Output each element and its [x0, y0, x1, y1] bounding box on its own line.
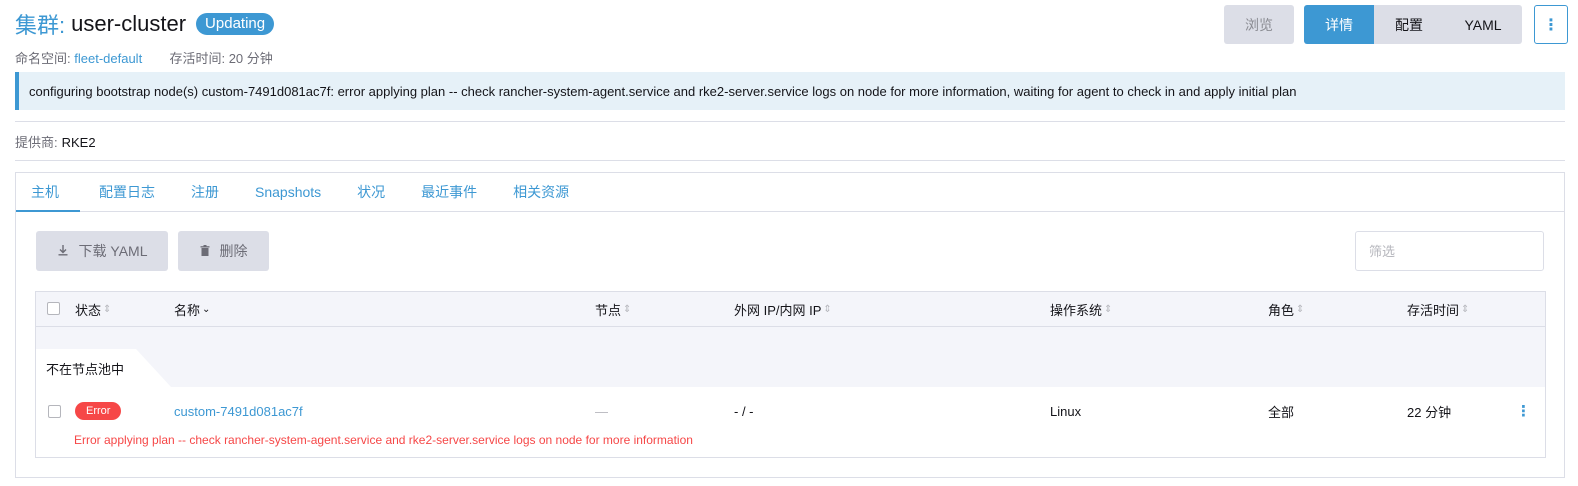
vertical-ellipsis-icon: ⋮: [1516, 403, 1531, 420]
row-checkbox[interactable]: [48, 405, 61, 418]
sort-down-icon: ⌄: [202, 304, 211, 315]
column-header-status[interactable]: 状态 ⇕: [75, 292, 111, 327]
column-header-age[interactable]: 存活时间 ⇕: [1407, 292, 1469, 327]
row-actions-button[interactable]: ⋮: [1516, 399, 1531, 423]
status-cell: Error: [75, 399, 122, 423]
select-all-checkbox[interactable]: [47, 302, 60, 315]
table-header: 状态 ⇕ 名称 ⌄ 节点 ⇕ 外网 IP/内网 IP ⇕ 操作系统 ⇕ 角色 ⇕ 存活时间 ⇕: [36, 292, 1545, 327]
vertical-ellipsis-icon: ⋮: [1543, 16, 1559, 34]
age-value: 20 分钟: [228, 51, 273, 66]
tabs-panel: 主机 配置日志 注册 Snapshots 状况 最近事件 相关资源 下载 YAM…: [15, 172, 1565, 478]
download-icon: [57, 244, 69, 259]
age-cell: 22 分钟: [1407, 404, 1452, 420]
page-title: user-cluster: [71, 11, 187, 36]
delete-button[interactable]: 删除: [178, 231, 269, 271]
sort-icon: ⇕: [103, 304, 112, 315]
namespace-label: 命名空间:: [15, 51, 71, 66]
more-actions-button[interactable]: ⋮: [1534, 5, 1568, 44]
header-actions: 浏览 详情 配置 YAML ⋮: [1224, 5, 1568, 44]
tab-registration[interactable]: 注册: [172, 173, 236, 211]
sort-icon: ⇕: [1296, 304, 1305, 315]
sort-icon: ⇕: [623, 304, 632, 315]
row-error-message: Error applying plan -- check rancher-sys…: [74, 433, 693, 447]
node-cell: —: [595, 403, 608, 419]
view-detail-button[interactable]: 详情: [1304, 5, 1374, 44]
column-header-role[interactable]: 角色 ⇕: [1268, 292, 1304, 327]
sort-icon: ⇕: [1104, 304, 1113, 315]
provider-info: 提供商: RKE2: [15, 132, 96, 151]
sort-icon: ⇕: [823, 304, 832, 315]
page-title-prefix: 集群:: [15, 13, 66, 38]
tab-conditions[interactable]: 状况: [338, 173, 402, 211]
tab-related-resources[interactable]: 相关资源: [494, 173, 586, 211]
column-header-ip[interactable]: 外网 IP/内网 IP ⇕: [734, 292, 832, 327]
status-badge: Updating: [196, 13, 275, 35]
provider-value: RKE2: [61, 135, 96, 150]
table-row: Error custom-7491d081ac7f — - / - Linux …: [36, 387, 1545, 457]
browse-button[interactable]: 浏览: [1224, 5, 1294, 44]
tab-hosts[interactable]: 主机: [16, 173, 80, 212]
error-badge: Error: [75, 402, 122, 420]
divider: [15, 160, 1565, 161]
group-label: 不在节点池中: [36, 349, 171, 387]
column-label: 存活时间: [1407, 303, 1460, 318]
table-toolbar: 下载 YAML 删除: [36, 231, 1544, 271]
column-label: 名称: [174, 303, 201, 318]
info-banner: configuring bootstrap node(s) custom-749…: [15, 72, 1565, 110]
os-cell: Linux: [1050, 403, 1082, 419]
host-name-link[interactable]: custom-7491d081ac7f: [174, 399, 303, 423]
filter-input[interactable]: [1355, 231, 1544, 271]
tab-provisioning-log[interactable]: 配置日志: [80, 173, 172, 211]
column-header-name[interactable]: 名称 ⌄: [174, 292, 210, 327]
role-cell: 全部: [1268, 404, 1295, 420]
delete-label: 删除: [219, 243, 248, 259]
view-yaml-button[interactable]: YAML: [1444, 5, 1522, 44]
ip-cell: - / -: [734, 403, 754, 419]
column-label: 外网 IP/内网 IP: [734, 303, 822, 318]
hosts-table: 状态 ⇕ 名称 ⌄ 节点 ⇕ 外网 IP/内网 IP ⇕ 操作系统 ⇕ 角色 ⇕ 存活时间 ⇕…: [35, 291, 1546, 458]
trash-icon: [200, 244, 210, 259]
column-header-node[interactable]: 节点 ⇕: [595, 292, 631, 327]
download-yaml-label: 下载 YAML: [78, 243, 148, 259]
meta-row: 命名空间: fleet-default 存活时间: 20 分钟: [15, 48, 1568, 67]
banner-message: configuring bootstrap node(s) custom-749…: [29, 83, 1297, 99]
namespace-link[interactable]: fleet-default: [74, 51, 142, 66]
sort-icon: ⇕: [1461, 304, 1470, 315]
column-header-os[interactable]: 操作系统 ⇕: [1050, 292, 1112, 327]
provider-label: 提供商:: [15, 135, 58, 150]
tab-recent-events[interactable]: 最近事件: [402, 173, 494, 211]
group-header: 不在节点池中: [36, 327, 1545, 387]
column-label: 操作系统: [1050, 303, 1103, 318]
divider: [15, 121, 1565, 122]
tab-snapshots[interactable]: Snapshots: [236, 173, 338, 211]
column-label: 节点: [595, 303, 622, 318]
download-yaml-button[interactable]: 下载 YAML: [36, 231, 168, 271]
age-label: 存活时间:: [169, 51, 226, 66]
view-mode-switch: 详情 配置 YAML: [1304, 5, 1522, 44]
tab-bar: 主机 配置日志 注册 Snapshots 状况 最近事件 相关资源: [16, 173, 1564, 212]
column-label: 角色: [1268, 303, 1295, 318]
column-label: 状态: [75, 303, 102, 318]
view-config-button[interactable]: 配置: [1374, 5, 1444, 44]
page-header: 集群: user-cluster Updating 命名空间: fleet-de…: [15, 5, 1568, 68]
